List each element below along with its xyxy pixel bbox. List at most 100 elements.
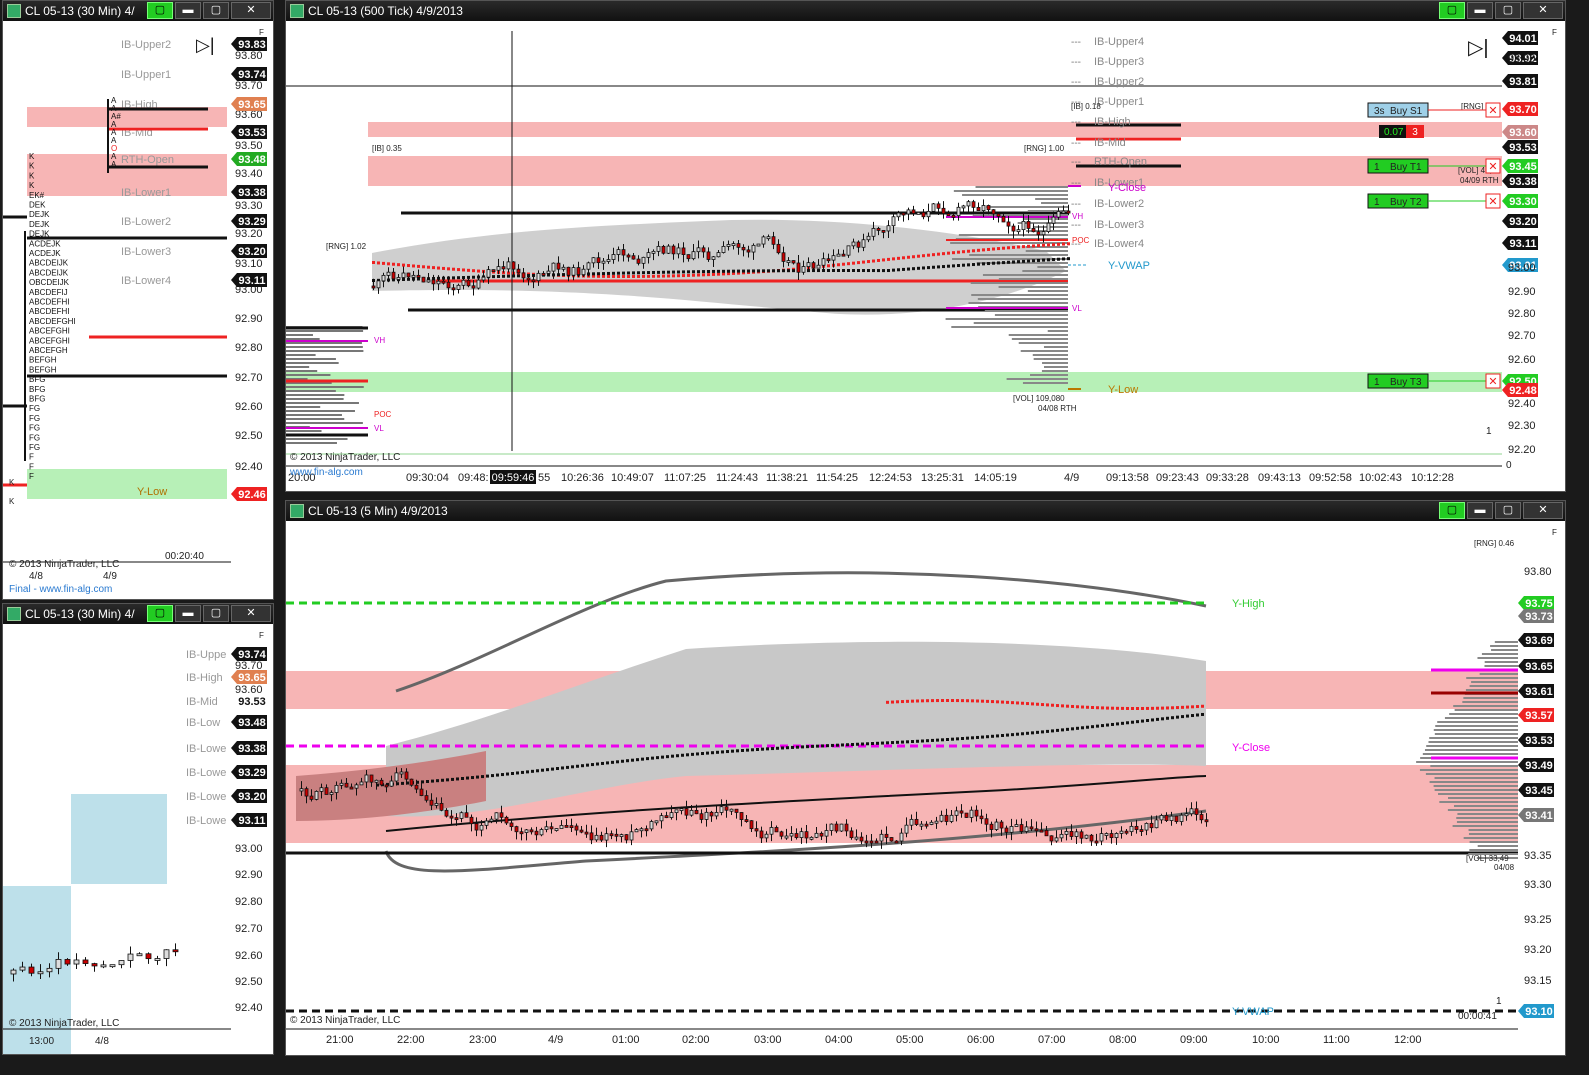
candlestick-chart[interactable]: IB-Uppe 93.74 IB-High 93.65 IB-Mid 93.53 IB-Lo…	[3, 624, 273, 1054]
volume-profile-bar	[1471, 681, 1518, 683]
price-tag-text: 93.53	[238, 696, 266, 708]
window-icon-button[interactable]: ▢	[147, 2, 173, 19]
restore-button[interactable]: ▢	[1495, 2, 1521, 19]
candle	[999, 821, 1004, 829]
ma-dot-black	[871, 742, 874, 746]
tpo-chart-panel[interactable]: IB-Upper2 IB-Upper1 IB-High IB-Mid RTH-Open I…	[3, 21, 273, 599]
tpo-letter: K	[9, 497, 15, 506]
window-titlebar[interactable]: CL 05-13 (5 Min) 4/9/2013 ▢ ▬ ▢ ✕	[286, 501, 1565, 521]
candle	[391, 271, 396, 280]
ma-dot-black	[916, 739, 919, 743]
ma-dot-black	[601, 761, 604, 765]
time-axis-label: 08:00	[1109, 1034, 1137, 1046]
five-min-chart[interactable]: Y-High Y-Close Y-VWAP [VOL] 33,4904/08 [RNG]…	[286, 521, 1565, 1055]
ma-dot-black	[672, 270, 675, 274]
volume-profile-bar	[286, 338, 320, 340]
time-axis-label: 09:23:43	[1156, 472, 1199, 484]
f-icon: F	[1552, 528, 1557, 537]
candle	[1024, 826, 1029, 832]
restore-button[interactable]: ▢	[1495, 502, 1521, 519]
close-button[interactable]: ✕	[231, 2, 271, 19]
window-icon-button[interactable]: ▢	[1439, 2, 1465, 19]
candle	[471, 285, 476, 289]
ma-dot-black	[632, 271, 635, 275]
candle	[841, 253, 846, 257]
window-icon-button[interactable]: ▢	[147, 605, 173, 622]
volume-profile-bar	[1481, 653, 1518, 655]
candle	[929, 821, 934, 825]
footer-link[interactable]: Final - www.fin-alg.com	[9, 584, 112, 595]
volume-profile-bar	[998, 286, 1068, 288]
ma-dot-red	[1156, 706, 1159, 710]
tpo-row: BFG	[29, 395, 45, 404]
time-axis-label: 09:00	[1180, 1034, 1208, 1046]
ma-dot-black	[861, 742, 864, 746]
minimize-button[interactable]: ▬	[1467, 2, 1493, 19]
ma-dot-black	[991, 734, 994, 738]
ma-dot-black	[711, 751, 714, 755]
candle	[514, 826, 519, 833]
tick-chart[interactable]: --- IB-Upper4 --- IB-Upper3 --- IB-Upper2 --- I…	[286, 21, 1565, 491]
ma-dot-black	[1111, 722, 1114, 726]
level-label: IB-Lower3	[121, 246, 171, 258]
candle	[1059, 833, 1064, 839]
close-button[interactable]: ✕	[1523, 502, 1563, 519]
candle	[904, 824, 909, 834]
ib-zone	[368, 156, 1068, 186]
candle	[386, 271, 391, 276]
level-label: IB-Lower1	[121, 187, 171, 199]
ma-dot-red	[1031, 702, 1034, 706]
tpo-row: ABCDEIJK	[29, 259, 69, 268]
price-tag-text: 93.53	[1525, 735, 1553, 747]
tpo-row: ABCEFGHI	[29, 327, 70, 336]
window-titlebar[interactable]: CL 05-13 (30 Min) 4/ ▢ ▬ ▢ ✕	[3, 1, 273, 21]
ma-dot-black	[976, 735, 979, 739]
ma-dot-black	[581, 764, 584, 768]
five-min-chart-panel[interactable]: Y-High Y-Close Y-VWAP [VOL] 33,49 04/08 [RNG]…	[286, 521, 1565, 1055]
ma-dot-black	[1161, 717, 1164, 721]
ma-dot-black	[912, 267, 915, 271]
window-icon-button[interactable]: ▢	[1439, 502, 1465, 519]
level-dash: ---	[1071, 178, 1081, 189]
tpo-row: ABCDEIJK	[29, 268, 69, 277]
ma-dot-black	[1091, 725, 1094, 729]
ma-dot-black	[856, 742, 859, 746]
restore-button[interactable]: ▢	[203, 2, 229, 19]
minimize-button[interactable]: ▬	[1467, 502, 1493, 519]
candlestick-chart-panel[interactable]: IB-Uppe 93.74 IB-High 93.65 IB-Mid 93.53 IB-Lo…	[3, 624, 273, 1054]
ma-dot-red	[452, 267, 455, 271]
volume-profile-bar	[1438, 793, 1518, 795]
ma-dot-black	[867, 269, 870, 273]
candle	[954, 810, 959, 816]
ma-dot-red	[467, 268, 470, 272]
candle	[476, 279, 481, 289]
tick-chart-panel[interactable]: --- IB-Upper4 --- IB-Upper3 --- IB-Upper2 --- I…	[286, 21, 1565, 491]
volume-profile-bar	[1030, 374, 1068, 376]
ma-dot-black	[996, 734, 999, 738]
poc-label: POC	[374, 410, 392, 419]
window-titlebar[interactable]: CL 05-13 (30 Min) 4/ ▢ ▬ ▢ ✕	[3, 604, 273, 624]
window-titlebar[interactable]: CL 05-13 (500 Tick) 4/9/2013 ▢ ▬ ▢ ✕	[286, 1, 1565, 21]
window-title: CL 05-13 (30 Min) 4/	[25, 4, 135, 18]
footer-link[interactable]: www.fin-alg.com	[290, 467, 363, 478]
price-tag-text: 93.65	[1525, 661, 1553, 673]
minimize-button[interactable]: ▬	[175, 2, 201, 19]
vol-note: 04/08 RTH	[1038, 404, 1077, 413]
minimize-button[interactable]: ▬	[175, 605, 201, 622]
tpo-chart[interactable]: IB-Upper2IB-Upper1IB-HighIB-MidRTH-OpenI…	[3, 21, 273, 599]
price-tag-text: 93.69	[1525, 635, 1553, 647]
restore-button[interactable]: ▢	[203, 605, 229, 622]
volume-scale: 1	[1486, 426, 1492, 437]
price-tag-text: 92.48	[1509, 385, 1537, 397]
price-tag-text: 93.70	[1509, 104, 1537, 116]
price-tag-text: 93.60	[1509, 127, 1537, 139]
ma-dot-black	[452, 276, 455, 280]
time-axis-label: 4/9	[1064, 472, 1079, 484]
time-axis-label: 06:00	[967, 1034, 995, 1046]
ma-dot-red	[902, 256, 905, 260]
ma-dot-black	[907, 267, 910, 271]
close-button[interactable]: ✕	[1523, 2, 1563, 19]
level-label: IB-Upper2	[121, 39, 171, 51]
close-button[interactable]: ✕	[231, 605, 271, 622]
ma-dot-red	[712, 272, 715, 276]
